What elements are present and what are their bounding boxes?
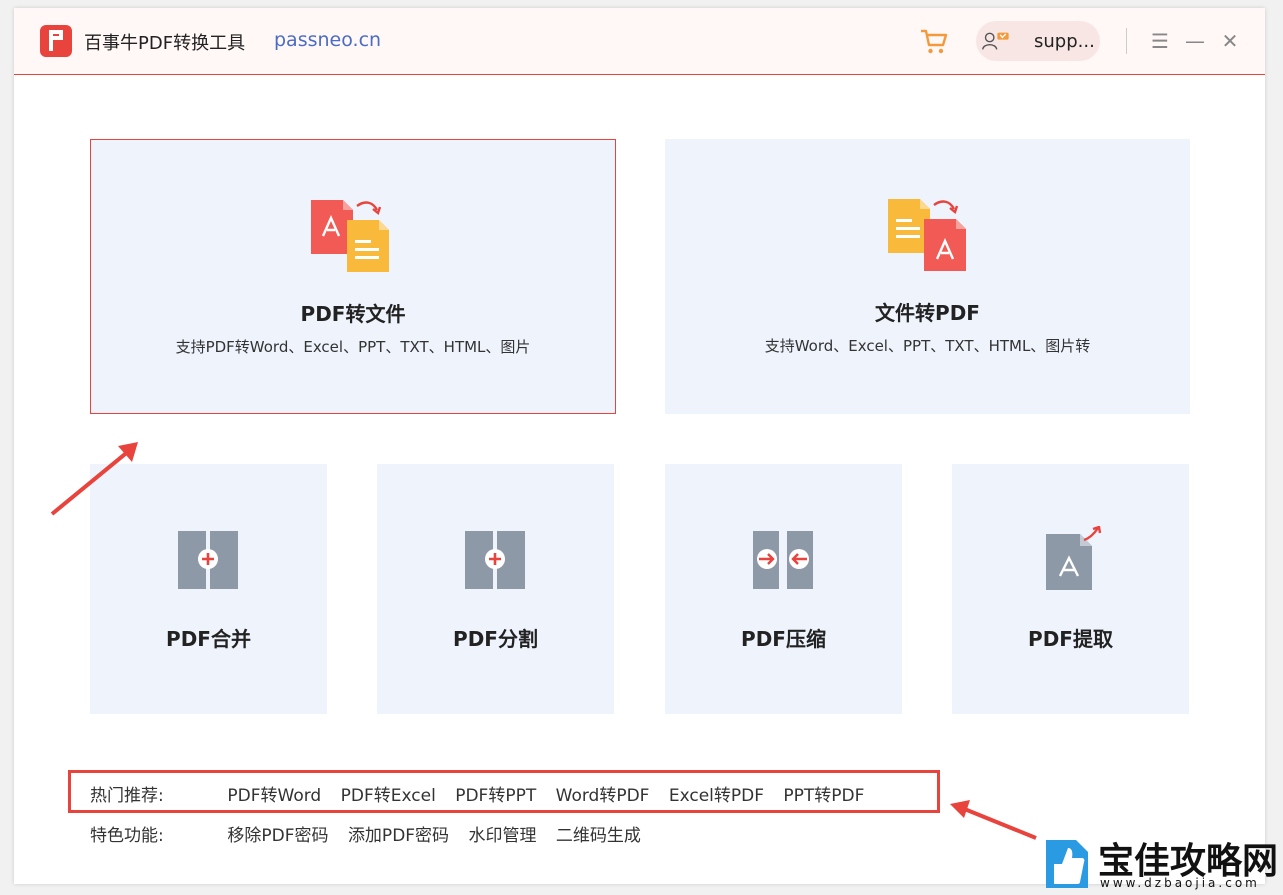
minimize-button[interactable]: — (1184, 28, 1206, 54)
titlebar-divider (1126, 28, 1127, 54)
file-to-pdf-card[interactable]: 文件转PDF 支持Word、Excel、PPT、TXT、HTML、图片转 (665, 139, 1190, 414)
card-title: PDF合并 (166, 627, 251, 651)
app-title: 百事牛PDF转换工具 (84, 33, 246, 54)
pdf-compress-card[interactable]: PDF压缩 (665, 464, 902, 714)
card-desc: 支持Word、Excel、PPT、TXT、HTML、图片转 (764, 337, 1091, 355)
pdf-extract-card[interactable]: PDF提取 (952, 464, 1189, 714)
app-window: 百事牛PDF转换工具 passneo.cn supp... ☰ — ✕ PDF转… (14, 8, 1265, 884)
app-logo-icon (40, 25, 72, 57)
site-watermark: 宝佳攻略网 www.dzbaojia.com (1030, 828, 1283, 895)
card-desc: 支持PDF转Word、Excel、PPT、TXT、HTML、图片 (175, 338, 531, 356)
card-title: 文件转PDF (875, 301, 980, 325)
file-to-pdf-icon (888, 199, 966, 271)
menu-icon[interactable]: ☰ (1149, 28, 1171, 54)
card-title: PDF转文件 (300, 302, 406, 326)
watermark-url: www.dzbaojia.com (1100, 876, 1260, 890)
feature-links-row: 特色功能: 移除PDF密码 添加PDF密码 水印管理 二维码生成 (90, 821, 655, 846)
feature-link[interactable]: 添加PDF密码 (348, 821, 449, 846)
hot-link[interactable]: PDF转Word (227, 781, 321, 806)
cart-icon[interactable] (919, 26, 949, 56)
annotation-arrow-icon (950, 800, 1037, 840)
pdf-split-card[interactable]: PDF分割 (377, 464, 614, 714)
hot-link[interactable]: Word转PDF (556, 781, 650, 806)
close-button[interactable]: ✕ (1219, 28, 1241, 54)
hot-link[interactable]: PDF转Excel (341, 781, 436, 806)
merge-icon (178, 531, 238, 589)
hot-link[interactable]: PDF转PPT (455, 781, 536, 806)
site-link[interactable]: passneo.cn (274, 29, 381, 51)
user-account-button[interactable]: supp... (976, 21, 1100, 61)
card-title: PDF压缩 (741, 627, 826, 651)
feature-link[interactable]: 二维码生成 (556, 821, 641, 846)
pdf-to-file-card[interactable]: PDF转文件 支持PDF转Word、Excel、PPT、TXT、HTML、图片 (90, 139, 616, 414)
hot-link[interactable]: PPT转PDF (783, 781, 864, 806)
card-title: PDF提取 (1028, 627, 1113, 651)
user-vip-icon (982, 32, 1009, 50)
hot-link[interactable]: Excel转PDF (669, 781, 764, 806)
annotation-arrow-icon (50, 442, 138, 516)
split-icon (465, 531, 525, 589)
feature-link[interactable]: 移除PDF密码 (227, 821, 328, 846)
feature-link[interactable]: 水印管理 (468, 821, 536, 846)
pdf-to-file-icon (311, 200, 389, 272)
extract-icon (1046, 526, 1102, 590)
card-title: PDF分割 (453, 627, 538, 651)
user-name: supp... (1034, 31, 1095, 52)
features-label: 特色功能: (90, 826, 164, 846)
thumbs-up-icon (1046, 840, 1088, 888)
compress-icon (753, 531, 813, 589)
title-bar: 百事牛PDF转换工具 passneo.cn supp... ☰ — ✕ (14, 8, 1265, 75)
hot-label: 热门推荐: (90, 786, 164, 806)
hot-links-row: 热门推荐: PDF转Word PDF转Excel PDF转PPT Word转PD… (90, 781, 878, 806)
